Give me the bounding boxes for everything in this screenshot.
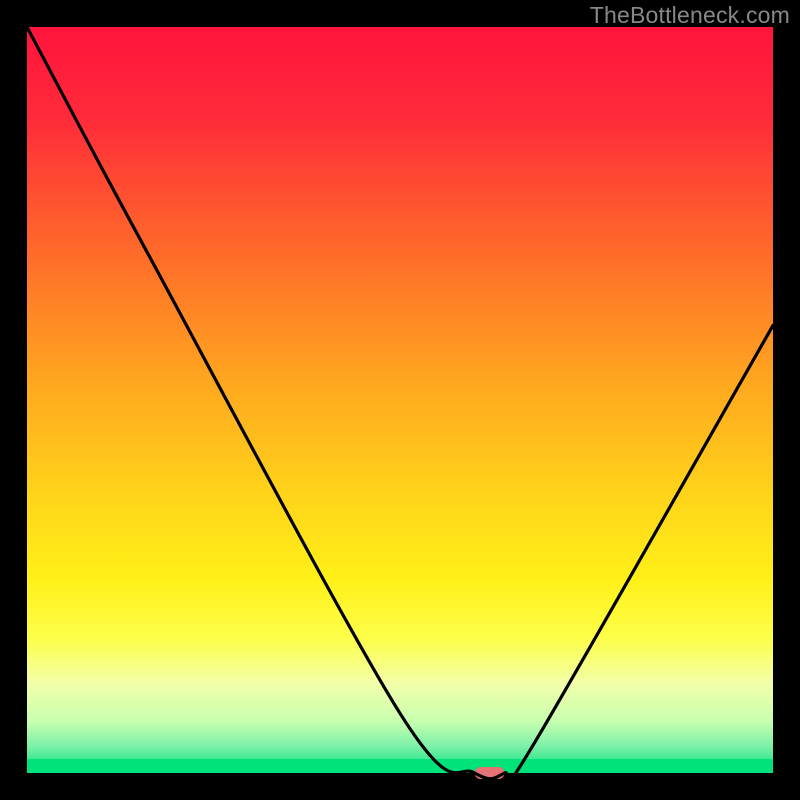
chart-frame: TheBottleneck.com [0, 0, 800, 800]
plot-background [27, 27, 773, 773]
bottom-green-band [27, 759, 773, 773]
bottleneck-chart [0, 0, 800, 800]
